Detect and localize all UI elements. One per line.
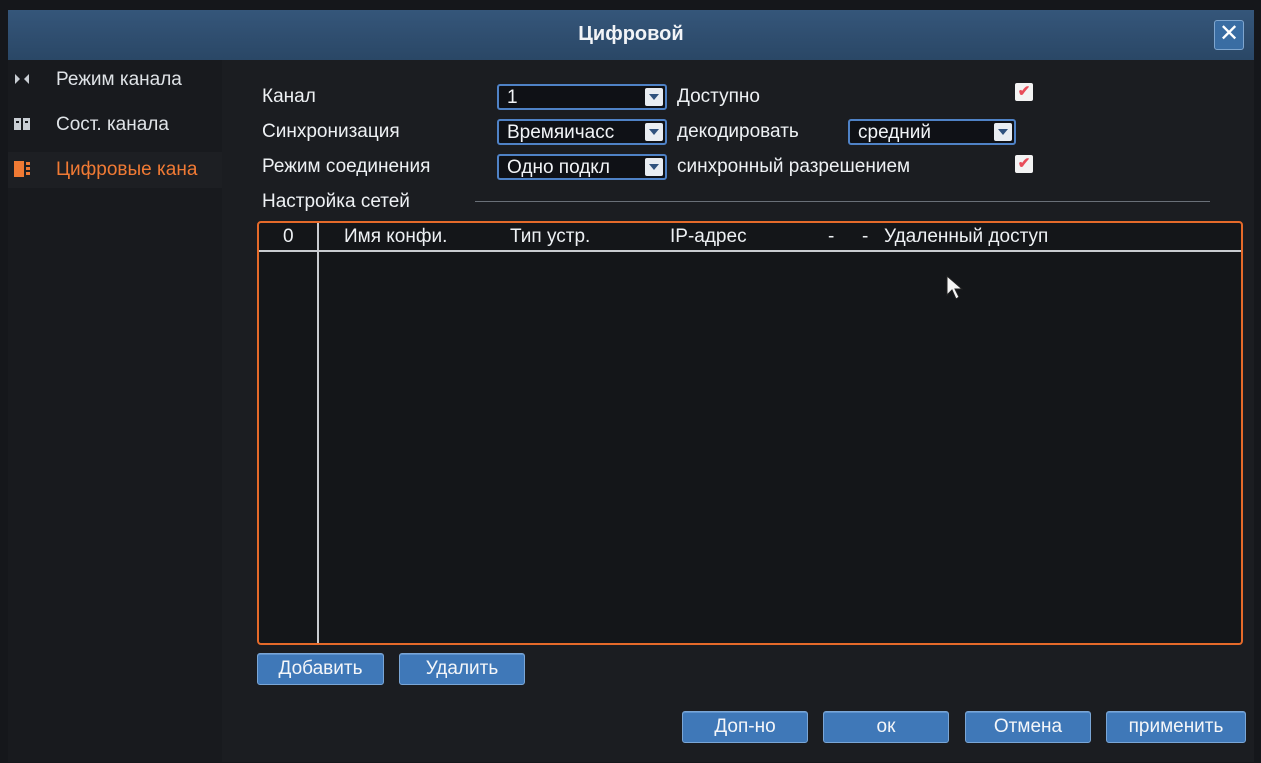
cancel-button[interactable]: Отмена [965,711,1091,743]
chevron-down-icon [645,158,663,176]
sidebar: Режим канала Сост. канала Цифровые кана [8,60,222,762]
ok-button[interactable]: ок [823,711,949,743]
chevron-down-icon [645,88,663,106]
title-bar: Цифровой ✕ [8,10,1254,61]
mouse-cursor-icon [946,275,964,300]
channel-select[interactable]: 1 [497,84,667,110]
sidebar-item-digital-channels[interactable]: Цифровые кана [8,152,222,188]
close-icon: ✕ [1218,20,1240,47]
channel-value: 1 [507,87,518,108]
apply-button[interactable]: применить [1106,711,1246,743]
available-checkbox[interactable]: ✔ [1015,83,1033,101]
channel-mode-icon [15,74,29,84]
window-title: Цифровой [578,23,684,45]
network-section-label: Настройка сетей [262,191,410,212]
sync-resolution-label: синхронный разрешением [677,156,911,177]
decode-select[interactable]: средний [848,119,1016,145]
digital-channels-icon [14,161,30,177]
column-divider [317,223,319,643]
section-divider [475,201,1210,202]
close-button[interactable]: ✕ [1214,20,1244,50]
channel-label: Канал [262,86,316,107]
network-table: 0 Имя конфи. Тип устр. IP-адрес - - Удал… [257,221,1243,645]
column-header: Удаленный доступ [884,226,1049,247]
table-header: 0 Имя конфи. Тип устр. IP-адрес - - Удал… [259,223,1241,252]
sidebar-item-label: Цифровые кана [56,159,198,180]
connect-mode-value: Одно подкл [507,157,610,178]
column-header: - [862,226,869,247]
sync-select[interactable]: Времяичасс [497,119,667,145]
column-header: - [828,226,835,247]
channel-status-icon [14,118,30,130]
advanced-button[interactable]: Доп-но [682,711,808,743]
column-header: IP-адрес [670,226,747,247]
connect-mode-label: Режим соединения [262,156,431,177]
available-label: Доступно [677,86,760,107]
sidebar-item-label: Сост. канала [56,114,169,135]
chevron-down-icon [645,123,663,141]
sidebar-item-channel-status[interactable]: Сост. канала [8,107,222,143]
delete-button[interactable]: Удалить [399,653,525,685]
sync-label: Синхронизация [262,121,400,142]
connect-mode-select[interactable]: Одно подкл [497,154,667,180]
column-header: Имя конфи. [344,226,448,247]
sync-resolution-checkbox[interactable]: ✔ [1015,155,1033,173]
sidebar-item-channel-mode[interactable]: Режим канала [8,62,222,98]
chevron-down-icon [994,123,1012,141]
sync-value: Времяичасс [507,122,615,143]
column-header: 0 [283,226,294,247]
column-header: Тип устр. [510,226,591,247]
sidebar-item-label: Режим канала [56,69,182,90]
decode-label: декодировать [677,121,799,142]
main-panel: Канал 1 Доступно ✔ Синхронизация Времяич… [222,60,1254,762]
add-button[interactable]: Добавить [257,653,384,685]
decode-value: средний [858,122,932,143]
